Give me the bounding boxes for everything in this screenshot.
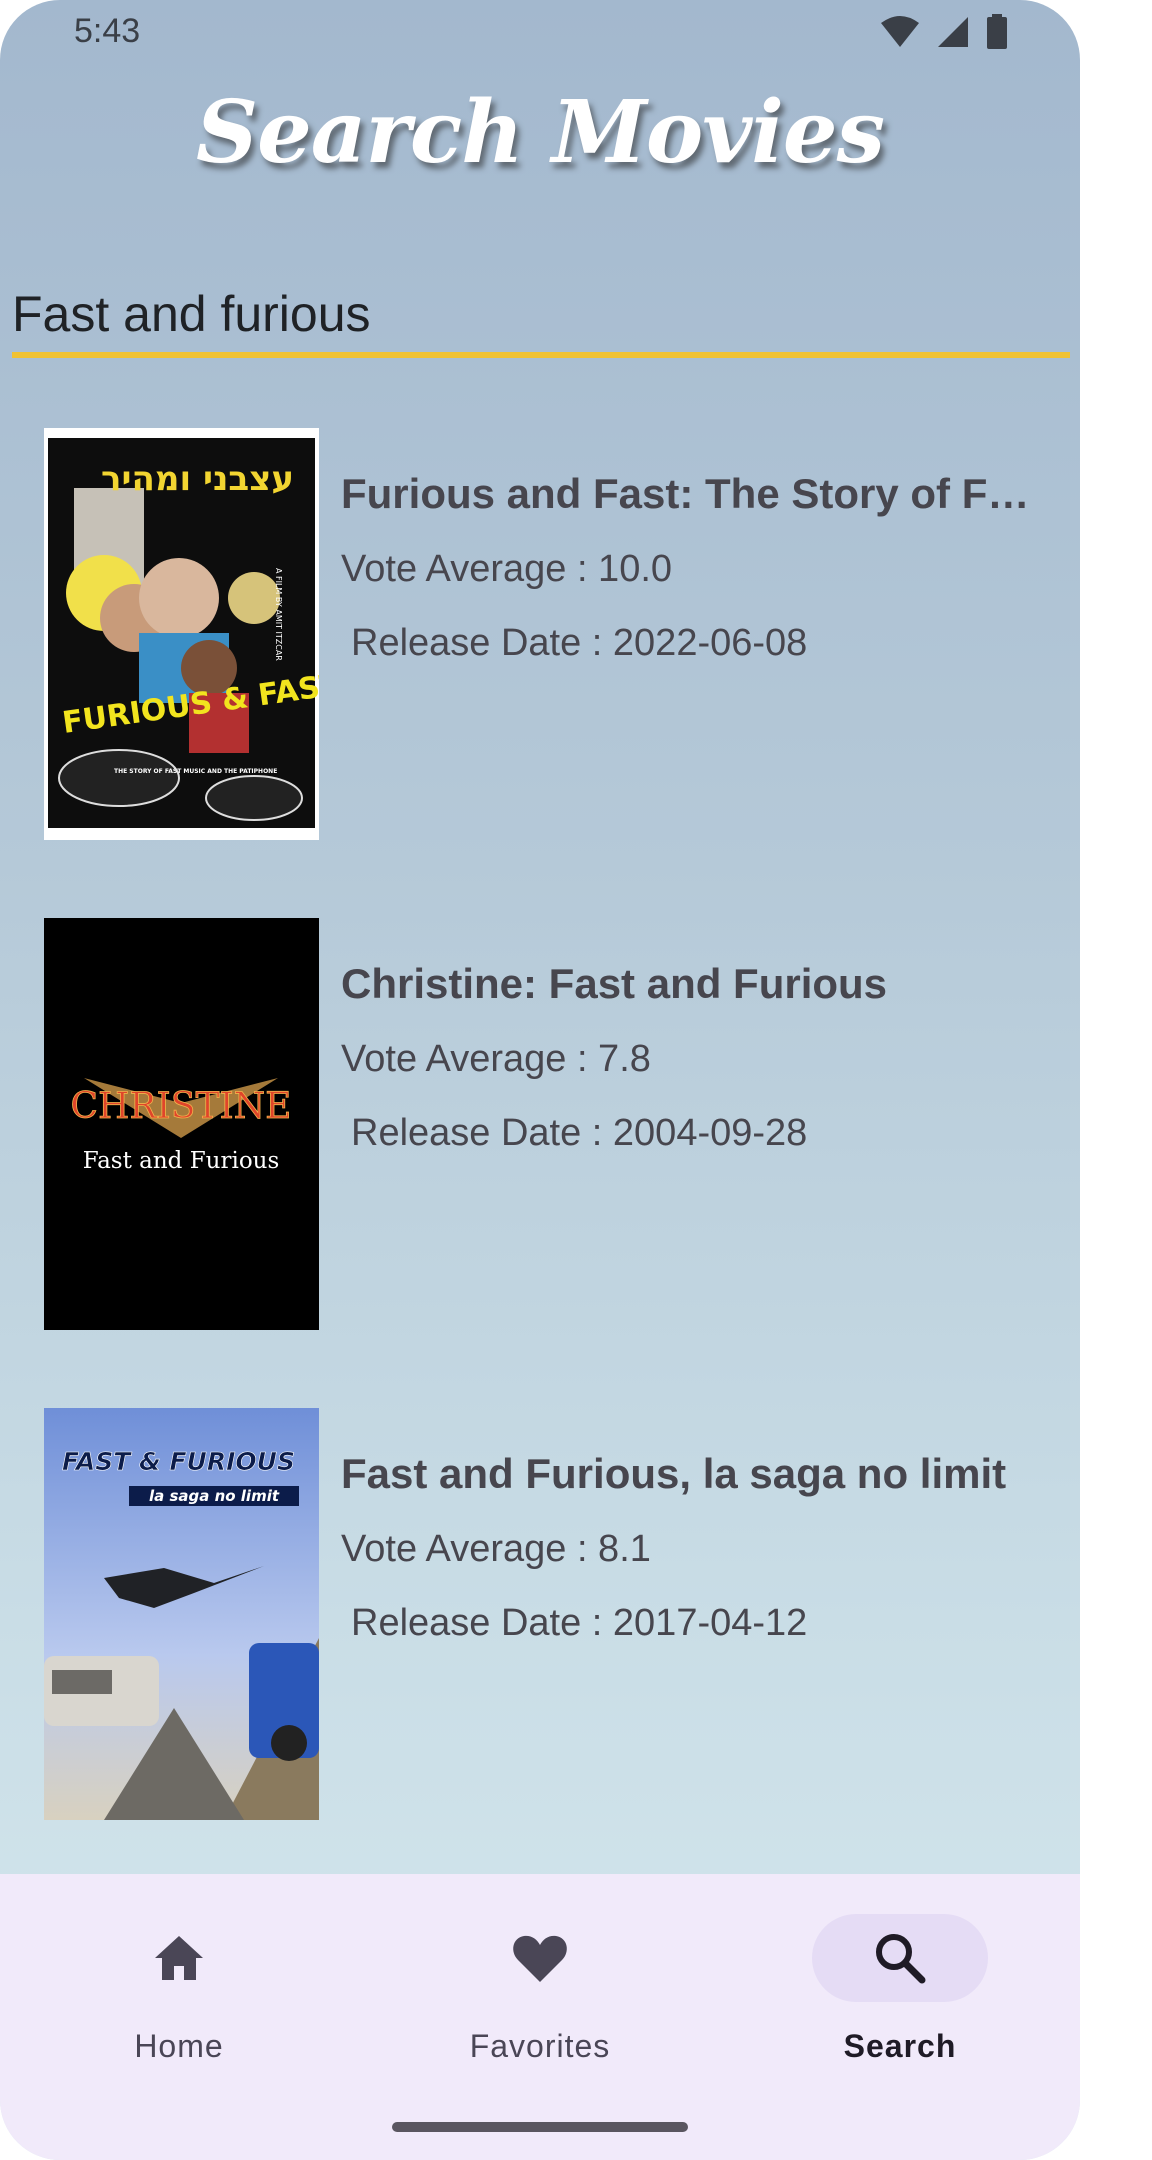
movie-info: Christine: Fast and Furious Vote Average… — [341, 958, 1080, 1158]
movie-poster: CHRISTINE Fast and Furious — [44, 918, 319, 1330]
page-title: Search Movies — [195, 82, 885, 183]
status-time: 5:43 — [74, 12, 141, 50]
movie-info: Furious and Fast: The Story of Fast Musi… — [341, 468, 1080, 668]
movie-vote-average: Vote Average : 8.1 — [341, 1528, 651, 1570]
bottom-navigation-bar: Home Favorites Search — [0, 1874, 1080, 2160]
status-icons — [880, 14, 1008, 50]
movie-poster: עצבני ומהיר FURIOUS & FAST THE STORY OF … — [44, 428, 319, 840]
search-icon — [876, 1934, 926, 1984]
battery-icon — [987, 14, 1007, 49]
movie-title: Furious and Fast: The Story of Fast Musi… — [341, 470, 1031, 517]
nav-label: Favorites — [469, 2028, 611, 2064]
heart-icon — [513, 1935, 567, 1982]
movie-vote-average: Vote Average : 10.0 — [341, 548, 673, 590]
wifi-icon — [881, 16, 919, 47]
movie-vote-average: Vote Average : 7.8 — [341, 1038, 651, 1080]
movie-title: Fast and Furious, la saga no limit — [341, 1450, 1007, 1497]
nav-item-home[interactable]: Home — [59, 1914, 299, 2064]
movie-release-date: Release Date : 2022-06-08 — [351, 622, 808, 664]
search-input[interactable] — [12, 278, 1070, 350]
nav-label: Search — [843, 2028, 957, 2064]
poster-sub-text: THE STORY OF FAST MUSIC AND THE PATIPHON… — [114, 768, 277, 775]
movie-release-date: Release Date : 2017-04-12 — [351, 1602, 808, 1644]
phone-screen: 5:43 Search Movies Fast and furious עצבנ… — [0, 0, 1080, 2160]
poster-side-text: A FILM BY AMIT ITZCAR — [274, 568, 283, 661]
poster-top-text: עצבני ומהיר — [101, 459, 294, 499]
movie-info: Fast and Furious, la saga no limit Vote … — [341, 1448, 1080, 1648]
search-field-container — [12, 278, 1070, 358]
movie-poster: FAST & FURIOUS la saga no limit — [44, 1408, 319, 1820]
movie-list-item[interactable]: CHRISTINE Fast and Furious Christine: Fa… — [44, 918, 1054, 1330]
home-icon — [155, 1936, 203, 1980]
movie-title: Christine: Fast and Furious — [341, 960, 888, 1007]
status-bar: 5:43 — [0, 0, 1080, 64]
poster-sub-text: la saga no limit — [149, 1487, 280, 1505]
poster-sub-text: Fast and Furious — [83, 1148, 280, 1174]
home-indicator[interactable] — [392, 2122, 688, 2132]
poster-main-text: CHRISTINE — [71, 1086, 292, 1127]
signal-icon — [938, 17, 968, 47]
nav-item-favorites[interactable]: Favorites — [420, 1914, 660, 2064]
nav-item-search[interactable]: Search — [780, 1914, 1020, 2064]
poster-main-text: FAST & FURIOUS — [62, 1447, 295, 1476]
movie-release-date: Release Date : 2004-09-28 — [351, 1112, 808, 1154]
movie-list-item[interactable]: FAST & FURIOUS la saga no limit Fast and… — [44, 1408, 1054, 1820]
nav-label: Home — [134, 2028, 224, 2064]
movie-list-item[interactable]: עצבני ומהיר FURIOUS & FAST THE STORY OF … — [44, 428, 1054, 840]
